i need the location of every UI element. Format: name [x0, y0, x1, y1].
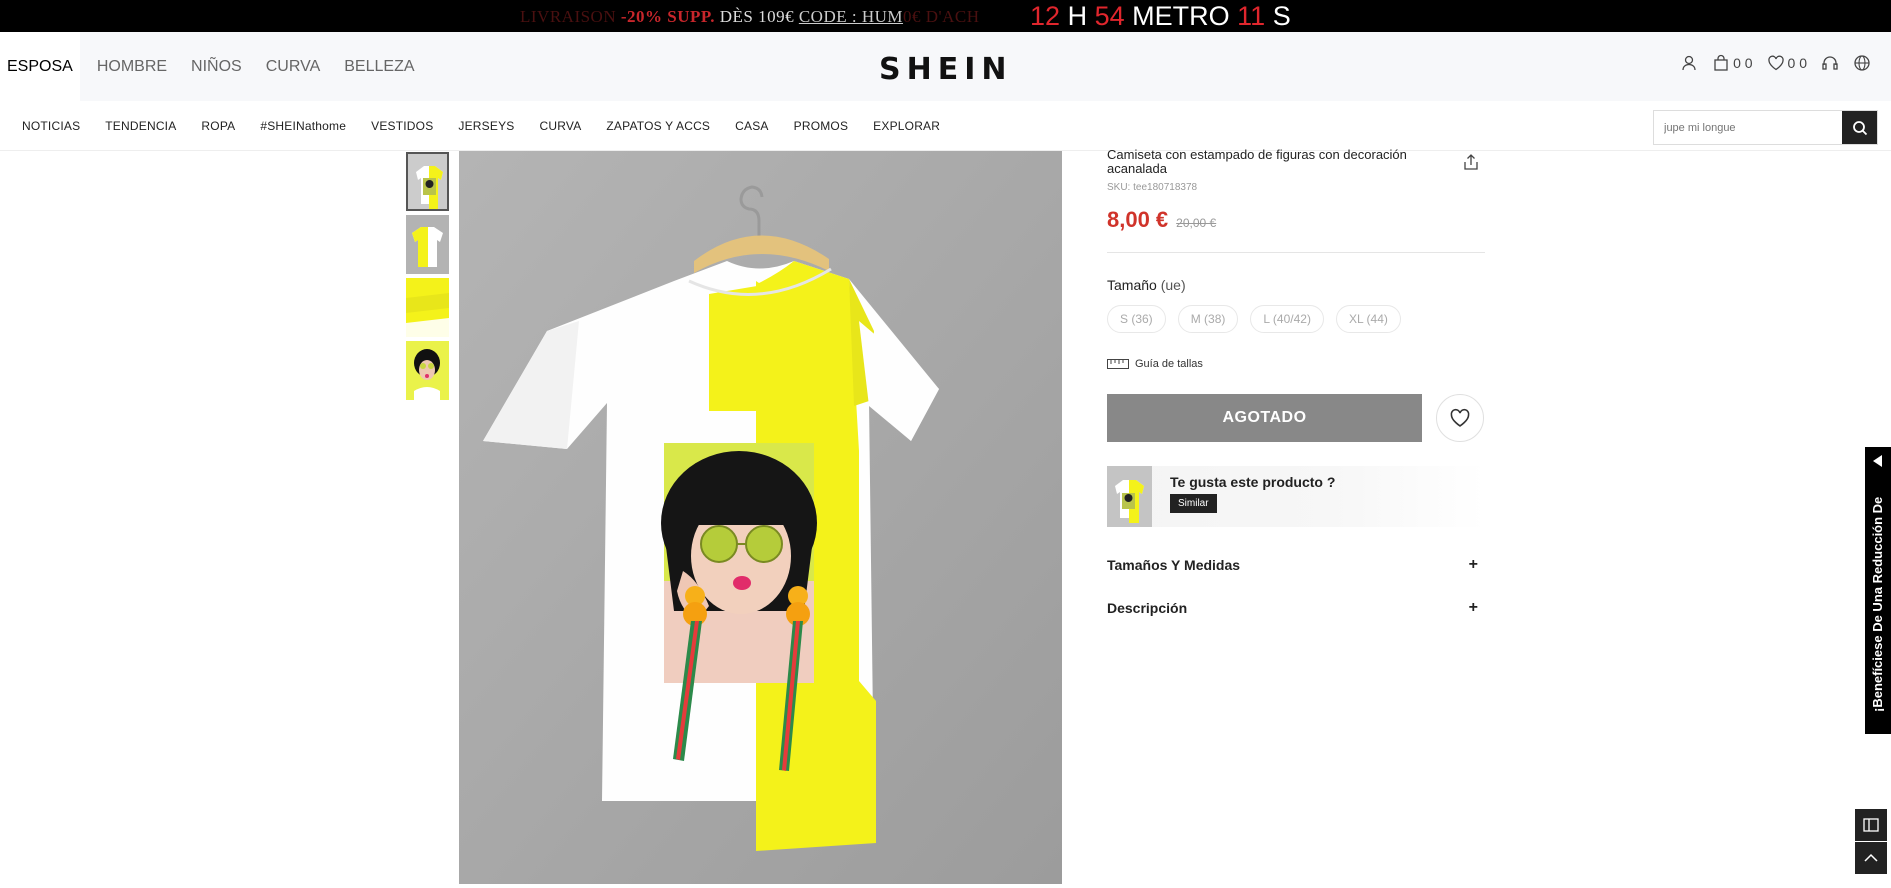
headset-icon[interactable] — [1821, 54, 1839, 72]
promo-bar[interactable]: LIVRAISON -20% SUPP. DÈS 109€ CODE : HUM… — [0, 0, 1891, 32]
side-tab-label: ¡Benefíciese De Una Reducción De — [1870, 496, 1885, 712]
accordion-description[interactable]: Descripción + — [1107, 599, 1485, 617]
product-title: Camiseta con estampado de figuras con de… — [1107, 147, 1407, 176]
product-main-image[interactable] — [459, 151, 1062, 884]
shein-logo[interactable]: SHEIN — [879, 52, 1012, 87]
similar-thumbnail[interactable] — [1107, 466, 1152, 527]
discount-side-tab[interactable]: ¡Benefíciese De Una Reducción De — [1865, 447, 1891, 734]
accordion-sizes[interactable]: Tamaños Y Medidas + — [1107, 556, 1485, 574]
cta-row: AGOTADO — [1107, 394, 1485, 442]
sale-price: 8,00 € — [1107, 207, 1169, 232]
tab-curva[interactable]: CURVA — [259, 32, 328, 101]
search-box — [1653, 110, 1878, 145]
cart-count: 0 0 — [1733, 55, 1753, 71]
size-unit: (ue) — [1160, 277, 1186, 293]
user-icon[interactable] — [1680, 54, 1698, 72]
promo-text: LIVRAISON -20% SUPP. DÈS 109€ CODE : HUM… — [520, 7, 980, 27]
globe-icon[interactable] — [1853, 54, 1871, 72]
promo-faded-left: LIVRAISON — [520, 7, 621, 26]
countdown-timer: 12 H 54 METRO 11 S — [1030, 1, 1291, 32]
similar-products-banner: Te gusta este producto ? Similar — [1107, 466, 1485, 527]
category-tabs: ESPOSA HOMBRE NIÑOS CURVA BELLEZA — [0, 32, 432, 101]
cart-button[interactable]: 0 0 — [1712, 54, 1753, 72]
nav-casa[interactable]: CASA — [735, 119, 768, 133]
main-nav: NOTICIAS TENDENCIA ROPA #SHEINathome VES… — [0, 101, 1891, 151]
size-label: Tamaño (ue) — [1107, 277, 1485, 293]
countdown-minutes-unit: METRO — [1132, 1, 1230, 31]
site-header: ESPOSA HOMBRE NIÑOS CURVA BELLEZA SHEIN … — [0, 32, 1891, 101]
countdown-seconds-unit: S — [1272, 1, 1291, 31]
thumbnail-1[interactable] — [406, 152, 449, 211]
nav-jerseys[interactable]: JERSEYS — [458, 119, 514, 133]
nav-vestidos[interactable]: VESTIDOS — [371, 119, 433, 133]
ruler-icon — [1107, 359, 1129, 369]
header-icons: 0 0 0 0 — [1680, 54, 1871, 72]
price-row: 8,00 € 20,00 € — [1107, 207, 1485, 233]
similar-question: Te gusta este producto ? — [1170, 474, 1336, 490]
nav-explorar[interactable]: EXPLORAR — [873, 119, 940, 133]
size-label-text: Tamaño — [1107, 277, 1157, 293]
thumbnail-3[interactable] — [406, 278, 449, 337]
heart-icon — [1767, 55, 1784, 71]
tab-ninos[interactable]: NIÑOS — [184, 32, 249, 101]
plus-icon: + — [1468, 599, 1478, 616]
nav-curva[interactable]: CURVA — [540, 119, 582, 133]
nav-ropa[interactable]: ROPA — [201, 119, 235, 133]
tab-esposa[interactable]: ESPOSA — [0, 32, 80, 101]
wishlist-count: 0 0 — [1787, 55, 1807, 71]
size-option-m[interactable]: M (38) — [1177, 305, 1239, 333]
promo-condition: DÈS 109€ — [714, 7, 799, 26]
accordion-sizes-label: Tamaños Y Medidas — [1107, 557, 1241, 573]
countdown-seconds: 11 — [1237, 1, 1266, 31]
accordion-description-label: Descripción — [1107, 600, 1188, 616]
similar-text: Te gusta este producto ? Similar — [1170, 474, 1335, 527]
product-sku: SKU: tee180718378 — [1107, 182, 1198, 193]
search-icon — [1852, 120, 1867, 135]
compare-button[interactable] — [1855, 809, 1887, 841]
share-icon[interactable] — [1462, 153, 1480, 176]
add-to-wishlist-button[interactable] — [1436, 394, 1484, 442]
tab-hombre[interactable]: HOMBRE — [90, 32, 174, 101]
window-icon — [1863, 818, 1879, 832]
size-option-l[interactable]: L (40/42) — [1250, 305, 1324, 333]
size-options: S (36) M (38) L (40/42) XL (44) — [1107, 305, 1485, 333]
divider — [1107, 252, 1485, 253]
promo-discount: -20% SUPP. — [620, 7, 715, 26]
wishlist-button[interactable]: 0 0 — [1767, 54, 1807, 72]
product-info: Camiseta con estampado de figuras con de… — [1107, 148, 1485, 617]
size-guide-label: Guía de tallas — [1135, 358, 1203, 370]
size-option-xl[interactable]: XL (44) — [1335, 305, 1401, 333]
heart-icon — [1450, 408, 1470, 427]
size-option-s[interactable]: S (36) — [1107, 305, 1166, 333]
nav-tendencia[interactable]: TENDENCIA — [105, 119, 176, 133]
nav-items: NOTICIAS TENDENCIA ROPA #SHEINathome VES… — [22, 101, 965, 151]
plus-icon: + — [1468, 556, 1478, 573]
tab-belleza[interactable]: BELLEZA — [337, 32, 421, 101]
nav-sheinathome[interactable]: #SHEINathome — [260, 119, 346, 133]
thumbnail-list — [406, 152, 450, 404]
promo-code: CODE : HUM — [798, 7, 904, 26]
back-to-top-button[interactable] — [1855, 842, 1887, 874]
original-price: 20,00 € — [1176, 216, 1217, 230]
thumbnail-2[interactable] — [406, 215, 449, 274]
countdown-hours: 12 — [1030, 1, 1061, 31]
search-button[interactable] — [1842, 111, 1877, 144]
search-input[interactable] — [1654, 111, 1842, 144]
promo-faded-right: 0€ D'ACH — [903, 7, 980, 26]
countdown-hours-unit: H — [1067, 1, 1088, 31]
soldout-button[interactable]: AGOTADO — [1107, 394, 1422, 442]
thumbnail-4[interactable] — [406, 341, 449, 400]
chevron-up-icon — [1864, 853, 1878, 862]
nav-noticias[interactable]: NOTICIAS — [22, 119, 80, 133]
nav-zapatos[interactable]: ZAPATOS Y ACCS — [606, 119, 710, 133]
bag-icon — [1714, 54, 1728, 71]
size-guide-link[interactable]: Guía de tallas — [1107, 358, 1485, 370]
similar-button[interactable]: Similar — [1170, 494, 1217, 513]
nav-promos[interactable]: PROMOS — [794, 119, 849, 133]
countdown-minutes: 54 — [1094, 1, 1125, 31]
